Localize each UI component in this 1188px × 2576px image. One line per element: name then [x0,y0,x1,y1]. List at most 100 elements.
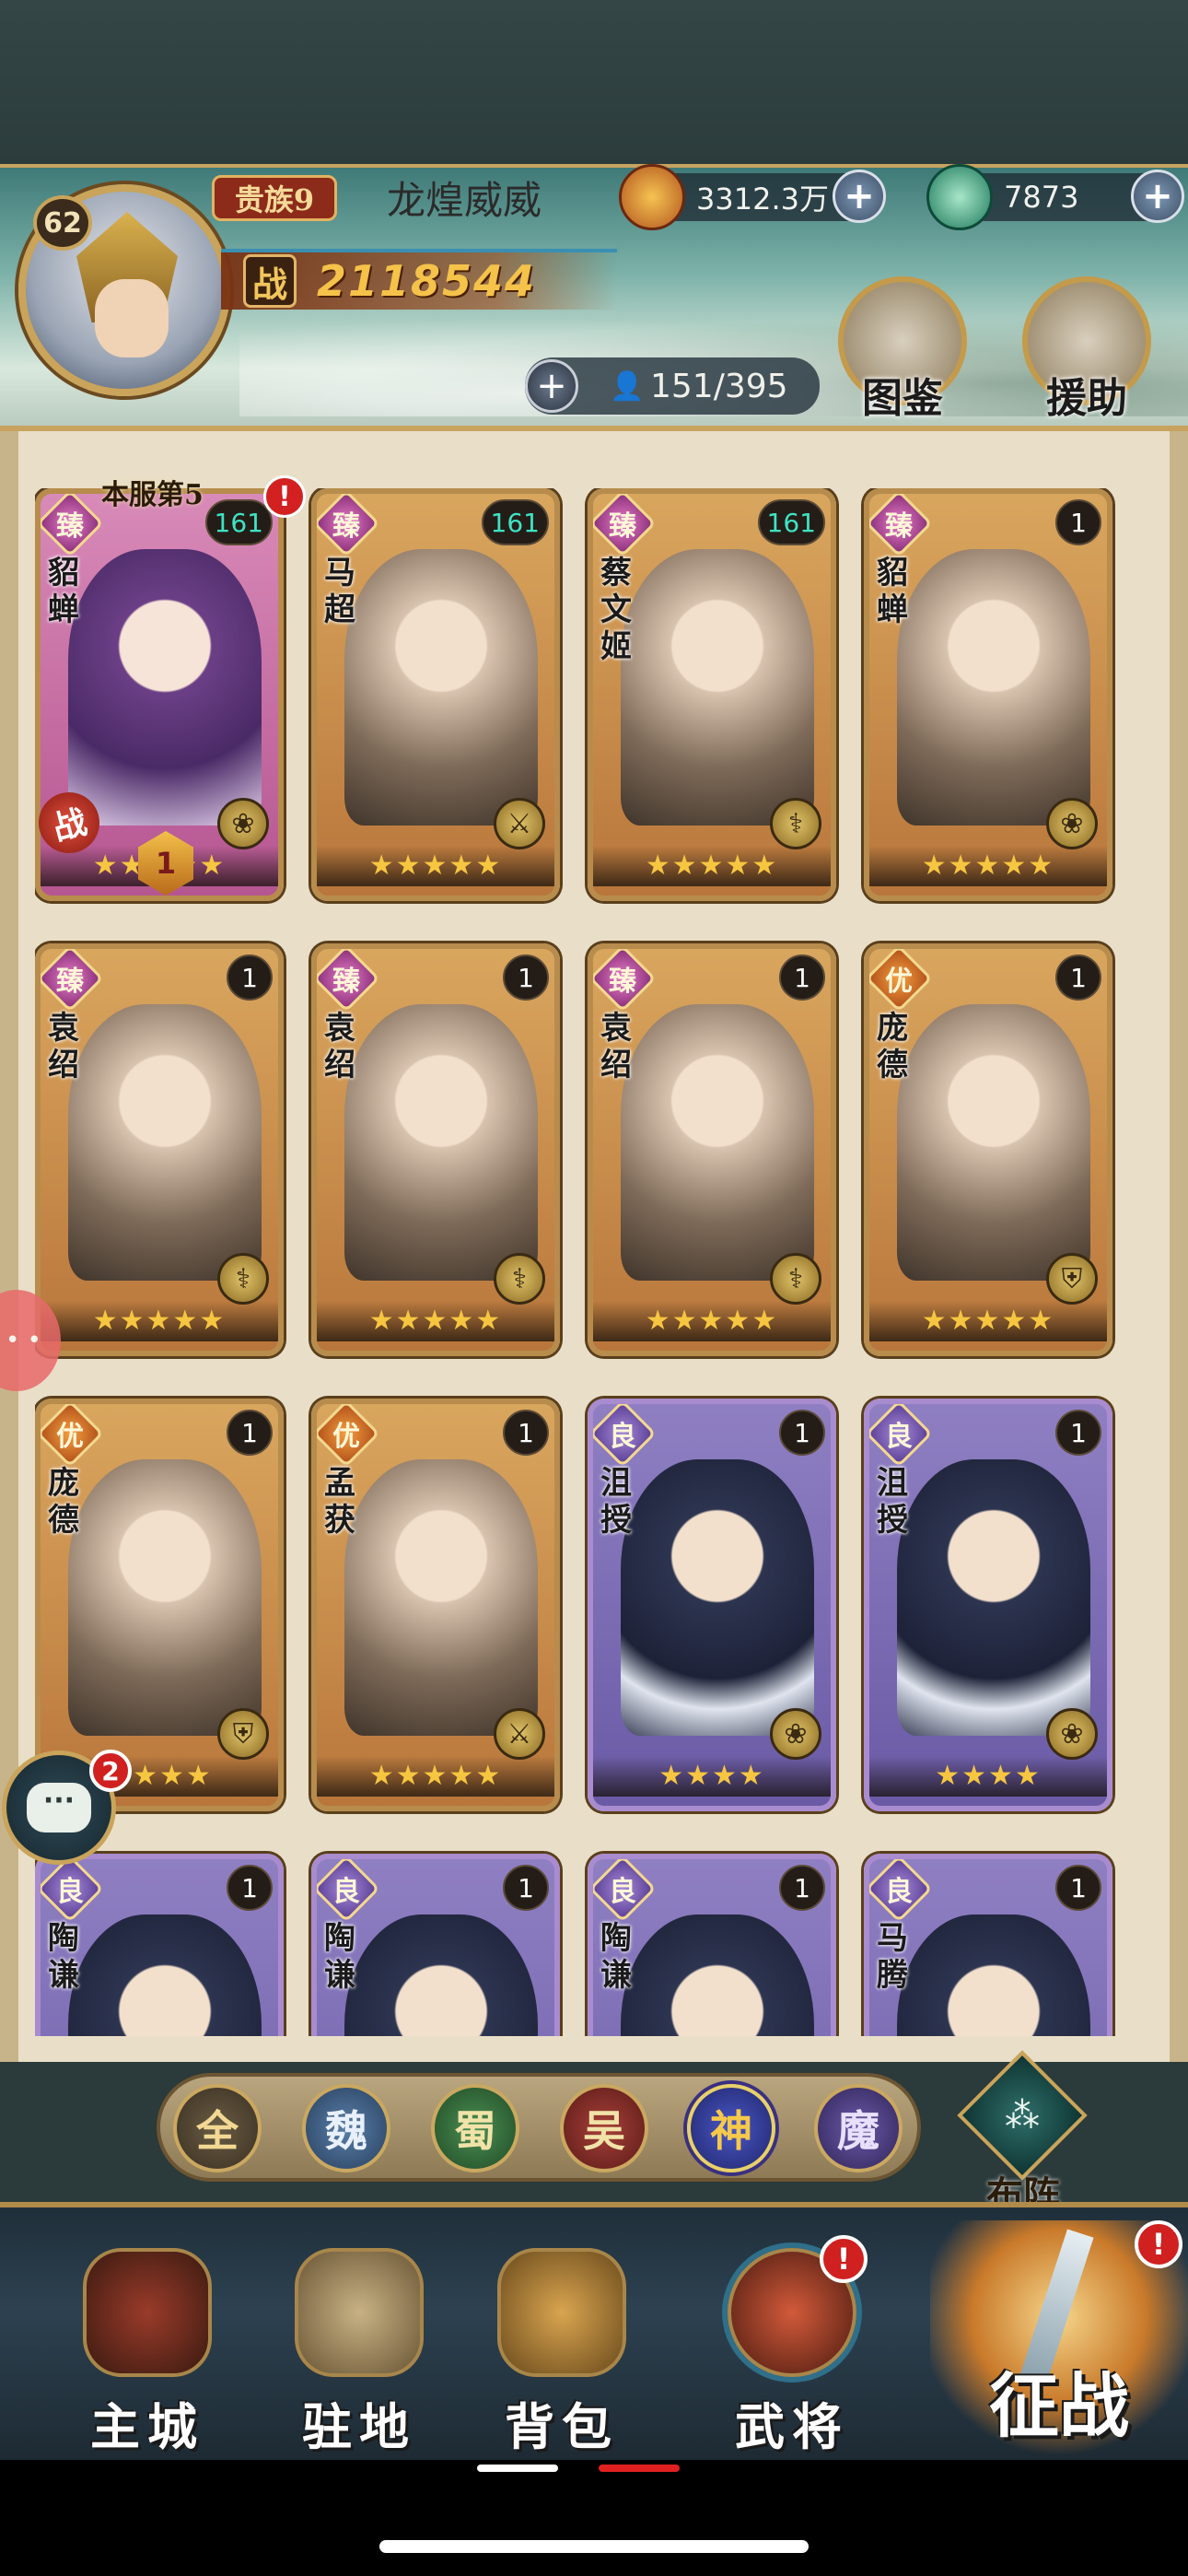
general-card[interactable]: 臻袁绍 1 ⚕ ★★★★★ [35,943,284,1356]
general-name: 袁绍 [600,1010,632,1083]
general-portrait [897,1459,1090,1736]
filter-mo[interactable]: 魔 [814,2084,903,2172]
general-card[interactable]: 优庞德 1 ⛨ ★★★★ [35,1399,284,1811]
general-portrait [897,549,1090,825]
rarity-badge: 优 [317,1404,380,1468]
formation-icon: ⁂ [957,2050,1088,2181]
help-button[interactable]: 援助 [1013,276,1160,424]
general-card[interactable]: 良沮授 1 ❀ ★★★★ [864,1399,1112,1811]
rarity-label: 臻 [56,966,84,998]
general-portrait [68,549,262,825]
home-indicator[interactable] [379,2540,809,2553]
general-card[interactable]: 臻袁绍 1 ⚕ ★★★★★ [588,943,836,1356]
vip-badge[interactable]: 贵族9 [212,175,337,221]
general-portrait [344,549,538,825]
generals-alert-badge: ! [820,2235,868,2283]
class-type-icon: ⛨ [1046,1253,1098,1305]
page-indicator-inactive [477,2465,558,2472]
rarity-badge: 良 [869,1404,933,1468]
chat-count-badge: 2 [89,1750,132,1792]
general-level: 1 [503,1410,549,1456]
jade-amount: 7873 [1004,180,1079,215]
general-level: 1 [1055,1410,1101,1456]
gold-coin-icon [619,164,685,230]
power-label: 战 [243,254,297,308]
codex-button[interactable]: 图鉴 [829,276,976,424]
chat-button[interactable]: ··· 2 [2,1750,132,1865]
general-level: 1 [227,1410,273,1456]
general-card[interactable]: 优庞德 1 ⛨ ★★★★★ [864,943,1112,1356]
class-type-icon: ⚕ [770,798,821,849]
general-name: 陶谦 [324,1920,355,1994]
add-gold-button[interactable]: + [833,170,886,223]
general-level: 161 [481,499,549,545]
filter-shen[interactable]: 神 [687,2084,775,2172]
campaign-alert-badge: ! [1135,2220,1182,2268]
filter-shu[interactable]: 蜀 [431,2084,519,2172]
nav-campaign[interactable]: 征战 ! [930,2220,1188,2460]
general-level: 161 [757,499,825,545]
general-name: 陶谦 [48,1920,79,1994]
nav-generals-label: 武将 [735,2397,849,2456]
general-card[interactable]: 良沮授 1 ❀ ★★★★ [588,1399,836,1811]
formation-button[interactable]: ⁂ 布阵 [957,2050,1088,2217]
expand-roster-button[interactable]: + [525,359,578,413]
general-grid[interactable]: 臻貂蝉161❀★★★★★臻马超161⚔★★★★★臻蔡文姬161⚕★★★★★臻貂蝉… [35,488,1155,2036]
star-rating: ★★★★★ [593,1301,831,1341]
general-card[interactable]: 优孟获 1 ⚔ ★★★★★ [311,1399,560,1811]
general-name: 马腾 [877,1920,908,1994]
gold-amount: 3312.3万 [696,181,829,217]
general-card[interactable]: 臻蔡文姬 161 ⚕ ★★★★★ [588,488,836,901]
general-card[interactable]: 臻马超 161 ⚔ ★★★★★ [311,488,560,901]
faction-filter-bar [157,2073,921,2182]
general-card[interactable]: 良马腾 1 [864,1854,1112,2036]
class-type-icon: ❀ [1046,798,1098,849]
general-portrait [621,549,814,825]
general-level: 1 [1055,1865,1101,1911]
general-name: 蔡文姬 [600,555,632,665]
nav-garrison[interactable]: 驻地 [267,2248,451,2456]
star-rating: ★★★★ [869,1756,1107,1797]
general-card[interactable]: 良陶谦 1 [35,1854,284,2036]
general-card[interactable]: 良陶谦 1 [311,1854,560,2036]
card-alert-badge: ! [263,475,306,518]
rarity-badge: 优 [41,1404,104,1468]
star-rating: ★★★★★ [869,1301,1107,1341]
general-card[interactable]: 良陶谦 1 [588,1854,836,2036]
nav-garrison-label: 驻地 [302,2397,416,2456]
roster-capacity-value: 151/395 [650,367,788,405]
star-rating: ★★★★★ [593,846,831,886]
avatar-face [95,279,169,357]
combat-power-value: 2118544 [317,256,537,306]
person-icon: 👤 [610,370,645,403]
class-type-icon: ⚔ [494,1708,545,1760]
chest-icon [497,2248,626,2377]
general-portrait [344,1459,538,1736]
star-rating: ★★★★★ [317,846,554,886]
nav-main-city[interactable]: 主城 [55,2248,239,2456]
roster-capacity: + 👤 151/395 [525,357,820,415]
rarity-label: 臻 [609,966,636,998]
star-rating: ★★★★★ [41,1301,278,1341]
general-name: 庞德 [877,1010,908,1083]
nav-backpack[interactable]: 背包 [470,2248,654,2456]
general-name: 袁绍 [48,1010,79,1083]
filter-all[interactable]: 全 [173,2084,262,2172]
add-jade-button[interactable]: + [1131,170,1184,223]
general-card[interactable]: 臻袁绍 1 ⚕ ★★★★★ [311,943,560,1356]
nav-backpack-label: 背包 [505,2397,619,2456]
general-portrait [621,1004,814,1281]
rarity-badge: 臻 [317,949,380,1013]
star-rating: ★★★★★ [317,1756,554,1797]
filter-wu[interactable]: 吴 [560,2084,648,2172]
general-name: 马超 [324,555,355,628]
general-portrait [621,1914,814,2036]
codex-label: 图鉴 [862,375,943,422]
filter-wei[interactable]: 魏 [302,2084,390,2172]
class-type-icon: ❀ [217,798,269,849]
general-name: 袁绍 [324,1010,355,1083]
general-card[interactable]: 臻貂蝉 1 ❀ ★★★★★ [864,488,1112,901]
general-portrait [344,1004,538,1281]
nav-generals[interactable]: 武将 ! [700,2235,884,2456]
rarity-badge: 良 [869,1859,933,1923]
